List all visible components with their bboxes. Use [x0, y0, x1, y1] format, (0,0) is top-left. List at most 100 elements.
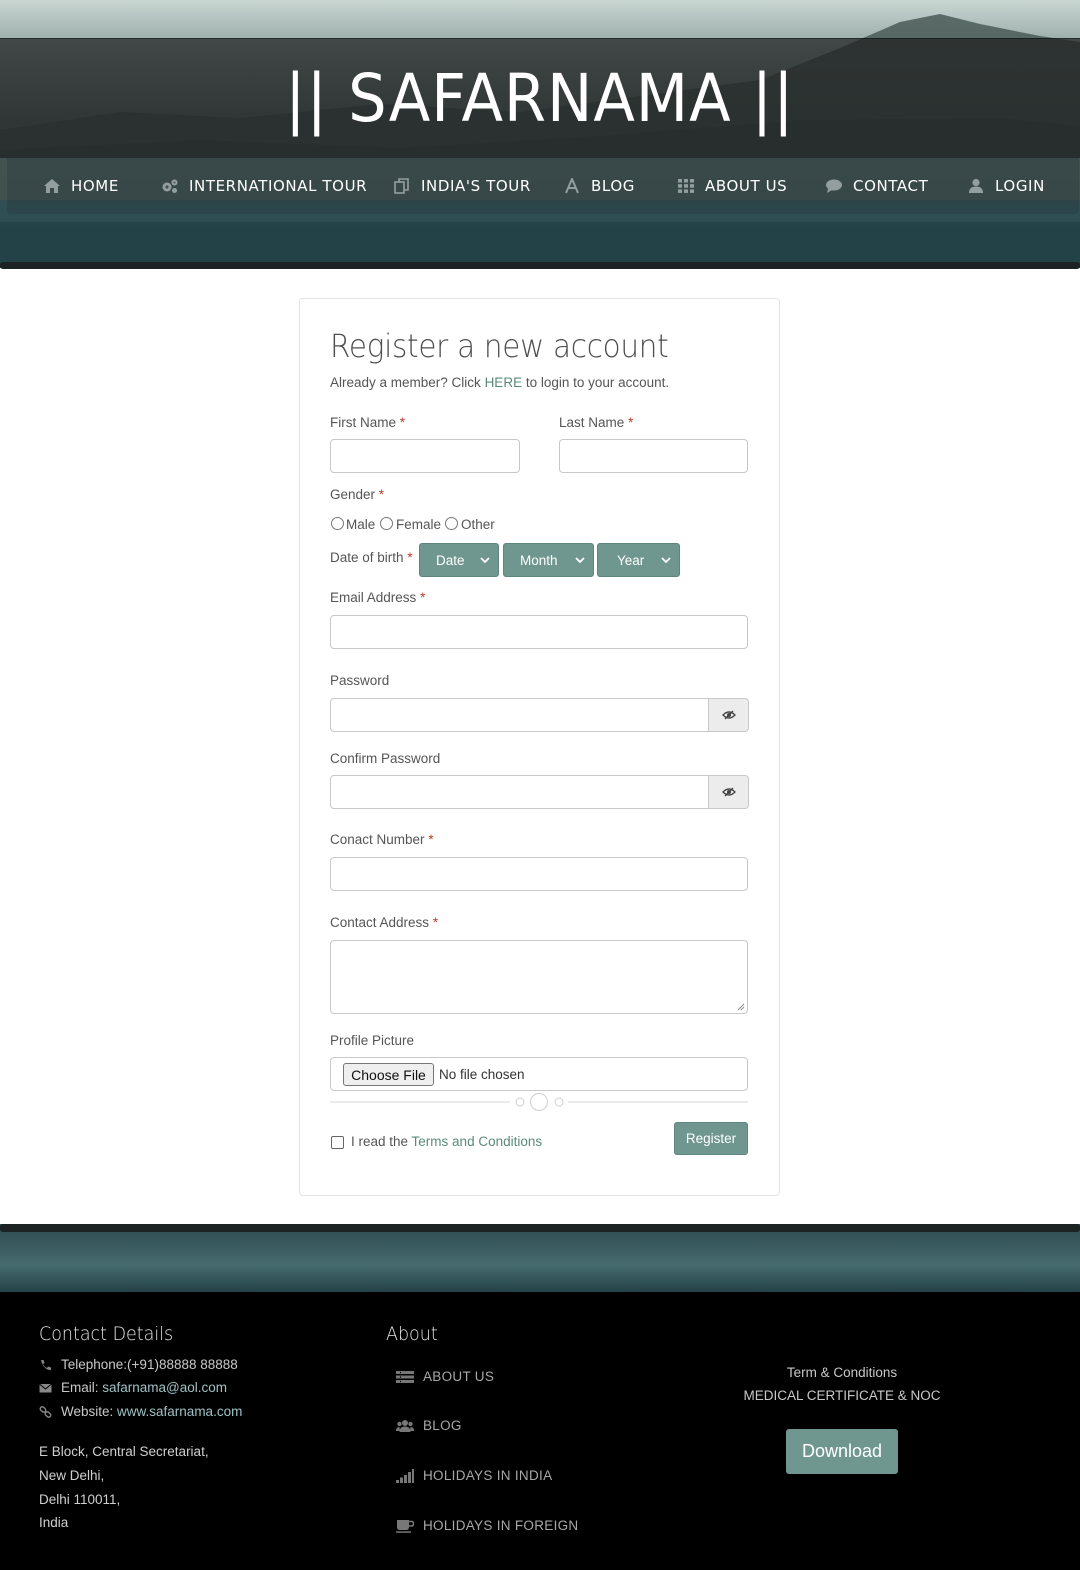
chevron-down-icon [575, 557, 585, 564]
email-input[interactable] [330, 615, 748, 649]
nav-indias-tour[interactable]: INDIA'S TOUR [393, 176, 531, 196]
dob-year-select[interactable]: Year [597, 543, 680, 577]
contact-address-label: Contact Address * [330, 915, 438, 930]
envelope-icon [39, 1383, 52, 1392]
gender-label: Gender * [330, 487, 384, 502]
footer-link-about-us[interactable]: ABOUT US [396, 1369, 494, 1384]
chevron-down-icon [661, 557, 671, 564]
email-label-text: Email Address [330, 590, 417, 605]
confirm-password-label: Confirm Password [330, 751, 441, 766]
website-text: Website: www.safarnama.com [61, 1404, 242, 1419]
required-mark: * [432, 915, 439, 930]
gender-other-label: Other [461, 517, 495, 532]
confirm-password-toggle-button[interactable] [709, 775, 749, 809]
resize-handle-icon[interactable] [736, 1002, 745, 1011]
terms-prefix: I read the [351, 1134, 412, 1149]
contact-address-textarea[interactable] [330, 940, 748, 1014]
font-icon [565, 178, 579, 194]
gender-female-radio[interactable] [380, 517, 393, 530]
nav-about-us-label: ABOUT US [705, 177, 788, 195]
dob-month-select[interactable]: Month [503, 543, 594, 577]
footer-link-blog[interactable]: BLOG [396, 1418, 462, 1433]
email-label: Email Address * [330, 590, 425, 605]
required-mark: * [378, 487, 385, 502]
member-prompt: Already a member? Click HERE to login to… [330, 375, 669, 390]
main-nav: HOME INTERNATIONAL TOUR INDIA'S TOUR BLO… [7, 158, 1079, 214]
register-card: Register a new account Already a member?… [299, 298, 780, 1196]
gender-other-radio[interactable] [445, 517, 458, 530]
nav-international-tour[interactable]: INTERNATIONAL TOUR [161, 176, 367, 196]
choose-file-button[interactable]: Choose File [343, 1063, 434, 1086]
dob-month-value: Month [520, 553, 558, 568]
footer: Contact Details Telephone:(+91)88888 888… [0, 1292, 1080, 1570]
email-line: Email: safarnama@aol.com [39, 1380, 227, 1395]
nav-home-label: HOME [71, 177, 119, 195]
contact-number-label: Conact Number * [330, 832, 434, 847]
address-line-1: E Block, Central Secretariat, [39, 1444, 209, 1459]
terms-checkbox[interactable] [331, 1136, 344, 1149]
first-name-label: First Name * [330, 415, 405, 430]
contact-number-label-text: Conact Number [330, 832, 425, 847]
dob-label-text: Date of birth [330, 550, 404, 565]
title-band: || SAFARNAMA || [0, 38, 1080, 158]
password-toggle-button[interactable] [709, 698, 749, 732]
terms-text: I read the Terms and Conditions [351, 1134, 542, 1149]
password-input[interactable] [330, 698, 709, 732]
nav-indias-tour-label: INDIA'S TOUR [421, 177, 531, 195]
first-name-input[interactable] [330, 439, 520, 473]
last-name-input[interactable] [559, 439, 748, 473]
header-bottom-bar [0, 262, 1080, 269]
email-link[interactable]: safarnama@aol.com [102, 1380, 227, 1395]
terms-conditions-link[interactable]: Term & Conditions [700, 1365, 984, 1380]
website-link[interactable]: www.safarnama.com [117, 1404, 242, 1419]
contact-number-input[interactable] [330, 857, 748, 891]
list-icon [396, 1370, 414, 1383]
nav-login-label: LOGIN [995, 177, 1045, 195]
gender-male-radio[interactable] [331, 517, 344, 530]
confirm-password-input[interactable] [330, 775, 709, 809]
website-prefix: Website: [61, 1404, 118, 1419]
footer-lake-strip [0, 1224, 1080, 1292]
copy-icon [394, 178, 409, 194]
nav-contact[interactable]: CONTACT [825, 176, 928, 196]
address-line-2: New Delhi, [39, 1468, 105, 1483]
dob-date-value: Date [436, 553, 465, 568]
footer-link-holidays-india-label: HOLIDAYS IN INDIA [423, 1468, 553, 1483]
first-name-label-text: First Name [330, 415, 397, 430]
contact-heading: Contact Details [39, 1323, 174, 1345]
terms-link[interactable]: Terms and Conditions [412, 1134, 543, 1149]
chevron-down-icon [480, 557, 490, 564]
footer-link-blog-label: BLOG [423, 1418, 462, 1433]
nav-international-tour-label: INTERNATIONAL TOUR [189, 177, 368, 195]
required-mark: * [407, 550, 413, 565]
register-button[interactable]: Register [674, 1122, 748, 1155]
nav-login[interactable]: LOGIN [967, 176, 1045, 196]
website-line: Website: www.safarnama.com [39, 1404, 242, 1419]
footer-link-holidays-foreign-label: HOLIDAYS IN FOREIGN [423, 1518, 579, 1533]
footer-link-holidays-india[interactable]: HOLIDAYS IN INDIA [396, 1468, 552, 1483]
telephone-text: Telephone:(+91)88888 88888 [61, 1357, 238, 1372]
signal-icon [396, 1468, 414, 1483]
gender-label-text: Gender [330, 487, 376, 502]
footer-link-holidays-foreign[interactable]: HOLIDAYS IN FOREIGN [396, 1518, 578, 1533]
profile-picture-file-input[interactable]: Choose File No file chosen [330, 1057, 748, 1091]
file-status: No file chosen [439, 1067, 525, 1082]
nav-home[interactable]: HOME [43, 176, 119, 196]
nav-blog-label: BLOG [591, 177, 635, 195]
download-button[interactable]: Download [786, 1429, 898, 1474]
home-icon [44, 179, 60, 193]
nav-blog[interactable]: BLOG [563, 176, 635, 196]
password-label: Password [330, 673, 390, 688]
required-mark: * [420, 590, 426, 605]
profile-picture-label: Profile Picture [330, 1033, 415, 1048]
nav-about-us[interactable]: ABOUT US [677, 176, 787, 196]
dob-date-select[interactable]: Date [419, 543, 499, 577]
member-prompt-prefix: Already a member? Click [330, 375, 485, 390]
about-heading: About [386, 1323, 438, 1345]
address-line-3: Delhi 110011, [39, 1492, 121, 1507]
email-text: Email: safarnama@aol.com [61, 1380, 227, 1395]
required-mark: * [628, 415, 634, 430]
contact-address-label-text: Contact Address [330, 915, 430, 930]
login-here-link[interactable]: HERE [485, 375, 523, 390]
gender-male-label: Male [346, 517, 376, 532]
